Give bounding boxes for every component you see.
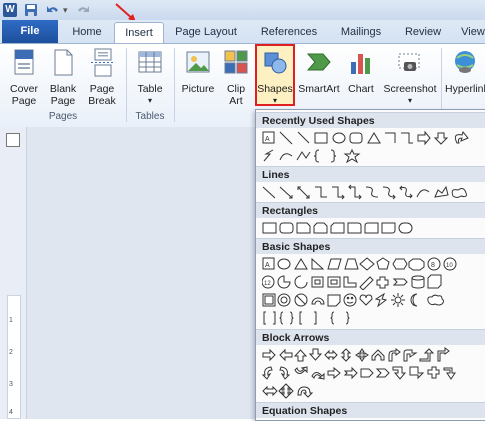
- shapes-dropdown-icon: ▾: [272, 96, 277, 105]
- section-lines: Lines: [256, 166, 485, 182]
- basic-shapes-row-1[interactable]: A 8 10: [262, 256, 484, 272]
- cover-page-label: Cover Page: [9, 83, 38, 107]
- svg-text:8: 8: [431, 262, 435, 269]
- smartart-icon: [306, 53, 331, 71]
- chart-label: Chart: [348, 83, 374, 95]
- page-break-icon: [91, 48, 114, 77]
- smartart-button[interactable]: SmartArt: [297, 48, 341, 95]
- ribbon-tabs: File Home Insert Page Layout References …: [0, 20, 485, 44]
- word-app-icon[interactable]: W: [3, 3, 17, 17]
- table-icon: [138, 51, 162, 73]
- pages-group-label: Pages: [48, 111, 78, 122]
- tab-review[interactable]: Review: [398, 22, 448, 43]
- table-dropdown-icon: ▾: [147, 96, 152, 105]
- blank-page-button[interactable]: Blank Page: [46, 48, 80, 107]
- basic-shapes-row-4[interactable]: [262, 310, 484, 326]
- hyperlink-icon: [455, 51, 475, 73]
- clip-art-icon: [224, 50, 248, 74]
- vertical-ruler: 1 2 3 4: [0, 127, 27, 419]
- svg-text:A: A: [265, 136, 270, 143]
- table-label: Table: [137, 83, 163, 95]
- tab-mailings[interactable]: Mailings: [331, 22, 391, 43]
- clip-art-label: Clip Art: [226, 83, 246, 107]
- page-break-label: Page Break: [88, 83, 116, 107]
- picture-label: Picture: [181, 83, 215, 95]
- smartart-label: SmartArt: [298, 83, 340, 95]
- chart-button[interactable]: Chart: [343, 48, 379, 95]
- tab-page-layout[interactable]: Page Layout: [167, 22, 245, 43]
- picture-button[interactable]: Picture: [178, 48, 218, 95]
- section-basic-shapes: Basic Shapes: [256, 238, 485, 254]
- tab-file[interactable]: File: [2, 20, 58, 43]
- svg-text:A: A: [265, 262, 270, 269]
- block-arrows-row-1[interactable]: [262, 347, 484, 363]
- save-icon[interactable]: [24, 3, 38, 17]
- screenshot-label: Screenshot: [383, 83, 437, 95]
- page-break-button[interactable]: Page Break: [84, 48, 120, 107]
- tab-home[interactable]: Home: [62, 22, 112, 43]
- tables-group-label: Tables: [135, 111, 165, 122]
- screenshot-icon: [398, 53, 420, 71]
- shapes-label: Shapes: [257, 83, 293, 95]
- recent-shapes-row-1[interactable]: A: [262, 130, 484, 146]
- table-button[interactable]: Table ▾: [130, 48, 170, 107]
- blank-page-icon: [54, 49, 73, 76]
- redo-icon[interactable]: [76, 3, 90, 17]
- screenshot-dropdown-icon: ▾: [407, 96, 412, 105]
- section-equation-shapes: Equation Shapes: [256, 402, 485, 418]
- basic-shapes-row-3[interactable]: [262, 292, 484, 308]
- rectangles-row[interactable]: [262, 220, 484, 236]
- tab-insert[interactable]: Insert: [114, 22, 164, 44]
- section-block-arrows: Block Arrows: [256, 329, 485, 345]
- shapes-button[interactable]: Shapes ▾: [257, 48, 293, 107]
- recent-shapes-row-2[interactable]: [262, 148, 484, 164]
- section-rectangles: Rectangles: [256, 202, 485, 218]
- lines-row[interactable]: [262, 184, 484, 200]
- document-area[interactable]: [27, 127, 255, 419]
- ruler-number: 3: [9, 381, 13, 388]
- block-arrows-row-2[interactable]: [262, 365, 484, 381]
- cover-page-button[interactable]: Cover Page: [4, 48, 44, 107]
- block-arrows-row-3[interactable]: [262, 383, 484, 399]
- undo-dropdown-icon[interactable]: ▾: [63, 3, 77, 17]
- section-recently-used: Recently Used Shapes: [256, 112, 485, 128]
- clip-art-button[interactable]: Clip Art: [221, 48, 251, 107]
- svg-text:12: 12: [264, 281, 271, 287]
- hyperlink-label: Hyperlink: [445, 83, 485, 95]
- hyperlink-button[interactable]: Hyperlink: [445, 48, 485, 95]
- shapes-icon: [264, 52, 287, 74]
- tab-references[interactable]: References: [252, 22, 326, 43]
- screenshot-button[interactable]: Screenshot ▾: [381, 48, 439, 107]
- blank-page-label: Blank Page: [49, 83, 77, 107]
- ruler-strip: [7, 295, 21, 419]
- ruler-number: 1: [9, 317, 13, 324]
- undo-icon[interactable]: [46, 3, 60, 17]
- basic-shapes-row-2[interactable]: 12: [262, 274, 484, 290]
- group-separator: [174, 48, 175, 122]
- svg-text:10: 10: [446, 263, 453, 269]
- shapes-gallery: Recently Used Shapes A Lines Rectangles …: [255, 109, 485, 421]
- quick-access-toolbar: W ▾: [0, 0, 485, 22]
- group-separator: [126, 48, 127, 122]
- ruler-number: 2: [9, 349, 13, 356]
- tab-selector[interactable]: [6, 133, 20, 147]
- ruler-number: 4: [9, 409, 13, 416]
- tab-view[interactable]: View: [453, 22, 485, 43]
- cover-page-icon: [14, 49, 34, 75]
- chart-icon: [351, 54, 370, 74]
- picture-icon: [186, 51, 210, 73]
